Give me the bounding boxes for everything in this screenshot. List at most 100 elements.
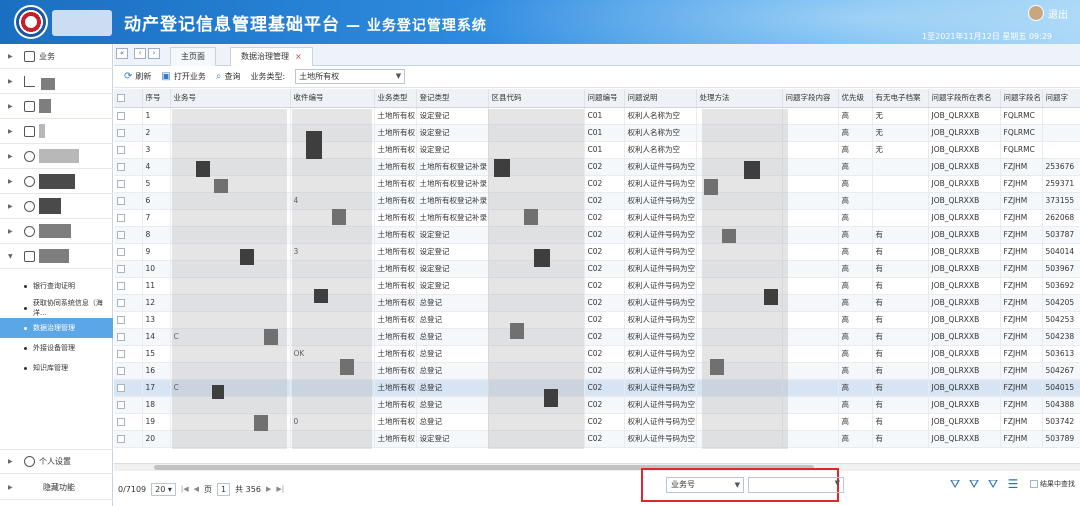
row-checkbox[interactable] <box>117 248 125 256</box>
row-checkbox[interactable] <box>117 333 125 341</box>
page-input[interactable]: 1 <box>217 482 231 496</box>
query-button[interactable]: ⌕ 查询 <box>216 71 241 82</box>
row-checkbox[interactable] <box>117 299 125 307</box>
column-header[interactable]: 序号 <box>142 89 171 108</box>
search-value-input[interactable]: ▼ <box>748 477 844 493</box>
prev-page-icon[interactable]: ◀ <box>194 485 199 493</box>
row-select-cell[interactable] <box>114 209 143 227</box>
sidebar-item-hidden[interactable]: ▶ 隐藏功能 <box>0 475 113 500</box>
row-checkbox[interactable] <box>117 401 125 409</box>
sidebar-subitem-data-governance[interactable]: 数据治理管理 <box>0 318 113 338</box>
sidebar-item-5[interactable]: ▶ <box>0 144 113 169</box>
row-checkbox[interactable] <box>117 282 125 290</box>
tab-home[interactable]: 主页面 <box>170 47 216 66</box>
column-header[interactable]: 有无电子档案 <box>872 89 929 108</box>
refresh-button[interactable]: ⟳ 刷新 <box>124 71 151 82</box>
sidebar-subitem-knowledge[interactable]: 知识库管理 <box>0 358 113 378</box>
column-header[interactable]: 收件编号 <box>290 89 375 108</box>
row-select-cell[interactable] <box>114 413 143 431</box>
close-icon[interactable]: × <box>295 52 302 61</box>
column-header[interactable]: 问题字段名 <box>1000 89 1043 108</box>
sidebar-item-personal[interactable]: ▶ 个人设置 <box>0 449 113 474</box>
row-checkbox[interactable] <box>117 197 125 205</box>
column-header[interactable]: 问题说明 <box>624 89 697 108</box>
list-settings-icon[interactable]: ☰ <box>1006 477 1020 491</box>
horizontal-scrollbar[interactable] <box>114 463 1080 471</box>
row-select-cell[interactable] <box>114 396 143 414</box>
row-select-cell[interactable] <box>114 294 143 312</box>
row-checkbox[interactable] <box>117 418 125 426</box>
search-field-select[interactable]: 业务号 ▼ <box>666 477 744 493</box>
select-all-checkbox[interactable] <box>117 94 125 103</box>
row-checkbox[interactable] <box>117 384 125 392</box>
sidebar-item-9[interactable]: ▼ <box>0 244 113 269</box>
open-business-button[interactable]: ▣ 打开业务 <box>161 71 205 82</box>
row-select-cell[interactable] <box>114 192 143 210</box>
row-select-cell[interactable] <box>114 260 143 278</box>
row-select-cell[interactable] <box>114 430 143 448</box>
business-type-select[interactable]: 土地所有权 ▼ <box>295 69 406 84</box>
last-page-icon[interactable]: ▶| <box>276 485 284 493</box>
page-size-select[interactable]: 20 ▾ <box>151 482 176 496</box>
row-checkbox[interactable] <box>117 180 125 188</box>
row-select-cell[interactable] <box>114 158 143 176</box>
row-select-cell[interactable] <box>114 226 143 244</box>
tab-prev-icon[interactable]: ‹ <box>134 48 146 59</box>
row-select-cell[interactable] <box>114 175 143 193</box>
row-checkbox[interactable] <box>117 129 125 137</box>
row-select-cell[interactable] <box>114 311 143 329</box>
row-checkbox[interactable] <box>117 214 125 222</box>
sidebar-item-business[interactable]: ▶ 业务 <box>0 44 113 69</box>
row-checkbox[interactable] <box>117 231 125 239</box>
row-checkbox[interactable] <box>117 316 125 324</box>
logout-label[interactable]: 退出 <box>1048 6 1068 21</box>
column-header[interactable]: 问题字段内容 <box>782 89 839 108</box>
select-all-cell[interactable] <box>114 89 143 108</box>
user-logout[interactable]: 退出 <box>1028 5 1068 21</box>
next-page-icon[interactable]: ▶ <box>266 485 271 493</box>
first-page-icon[interactable]: |◀ <box>181 485 189 493</box>
row-checkbox[interactable] <box>117 350 125 358</box>
row-checkbox[interactable] <box>117 367 125 375</box>
row-select-cell[interactable] <box>114 345 143 363</box>
row-checkbox[interactable] <box>117 112 125 120</box>
column-header[interactable]: 问题字段所在表名 <box>928 89 1001 108</box>
column-header[interactable]: 登记类型 <box>416 89 489 108</box>
sidebar-subitem-collab[interactable]: 获取协同系统信息（海洋... <box>0 298 113 318</box>
collapse-icon[interactable]: « <box>116 48 128 59</box>
column-header[interactable]: 业务号 <box>170 89 291 108</box>
sidebar-item-4[interactable]: ▶ <box>0 119 113 144</box>
row-select-cell[interactable] <box>114 328 143 346</box>
column-header[interactable]: 区县代码 <box>488 89 585 108</box>
column-header[interactable]: 问题编号 <box>584 89 625 108</box>
filter-add-icon[interactable]: ⛛ <box>967 477 981 491</box>
column-header[interactable]: 优先级 <box>838 89 873 108</box>
sidebar-item-2[interactable]: ▶ <box>0 69 113 94</box>
row-checkbox[interactable] <box>117 146 125 154</box>
filter-clear-icon[interactable]: ⛛ <box>986 477 1000 491</box>
row-select-cell[interactable] <box>114 124 143 142</box>
search-in-results[interactable]: 结果中查找 <box>1030 479 1075 489</box>
sidebar-item-3[interactable]: ▶ <box>0 94 113 119</box>
row-checkbox[interactable] <box>117 435 125 443</box>
filter-icon[interactable]: ⛛ <box>948 477 962 491</box>
row-select-cell[interactable] <box>114 243 143 261</box>
sidebar-subitem-bank-query[interactable]: 银行查询证明 <box>0 276 113 296</box>
row-select-cell[interactable] <box>114 379 143 397</box>
sidebar-subitem-device[interactable]: 外接设备管理 <box>0 338 113 358</box>
tab-next-icon[interactable]: › <box>148 48 160 59</box>
sidebar-item-6[interactable]: ▶ <box>0 169 113 194</box>
sidebar-item-7[interactable]: ▶ <box>0 194 113 219</box>
tab-data-governance[interactable]: 数据治理管理 × <box>230 47 313 66</box>
column-header[interactable]: 处理方法 <box>696 89 783 108</box>
row-select-cell[interactable] <box>114 362 143 380</box>
search-in-results-checkbox[interactable] <box>1030 480 1038 488</box>
row-checkbox[interactable] <box>117 163 125 171</box>
row-select-cell[interactable] <box>114 277 143 295</box>
row-select-cell[interactable] <box>114 107 143 125</box>
column-header[interactable]: 业务类型 <box>374 89 417 108</box>
row-select-cell[interactable] <box>114 141 143 159</box>
column-header[interactable]: 问题字 <box>1042 89 1080 108</box>
sidebar-item-8[interactable]: ▶ <box>0 219 113 244</box>
row-checkbox[interactable] <box>117 265 125 273</box>
